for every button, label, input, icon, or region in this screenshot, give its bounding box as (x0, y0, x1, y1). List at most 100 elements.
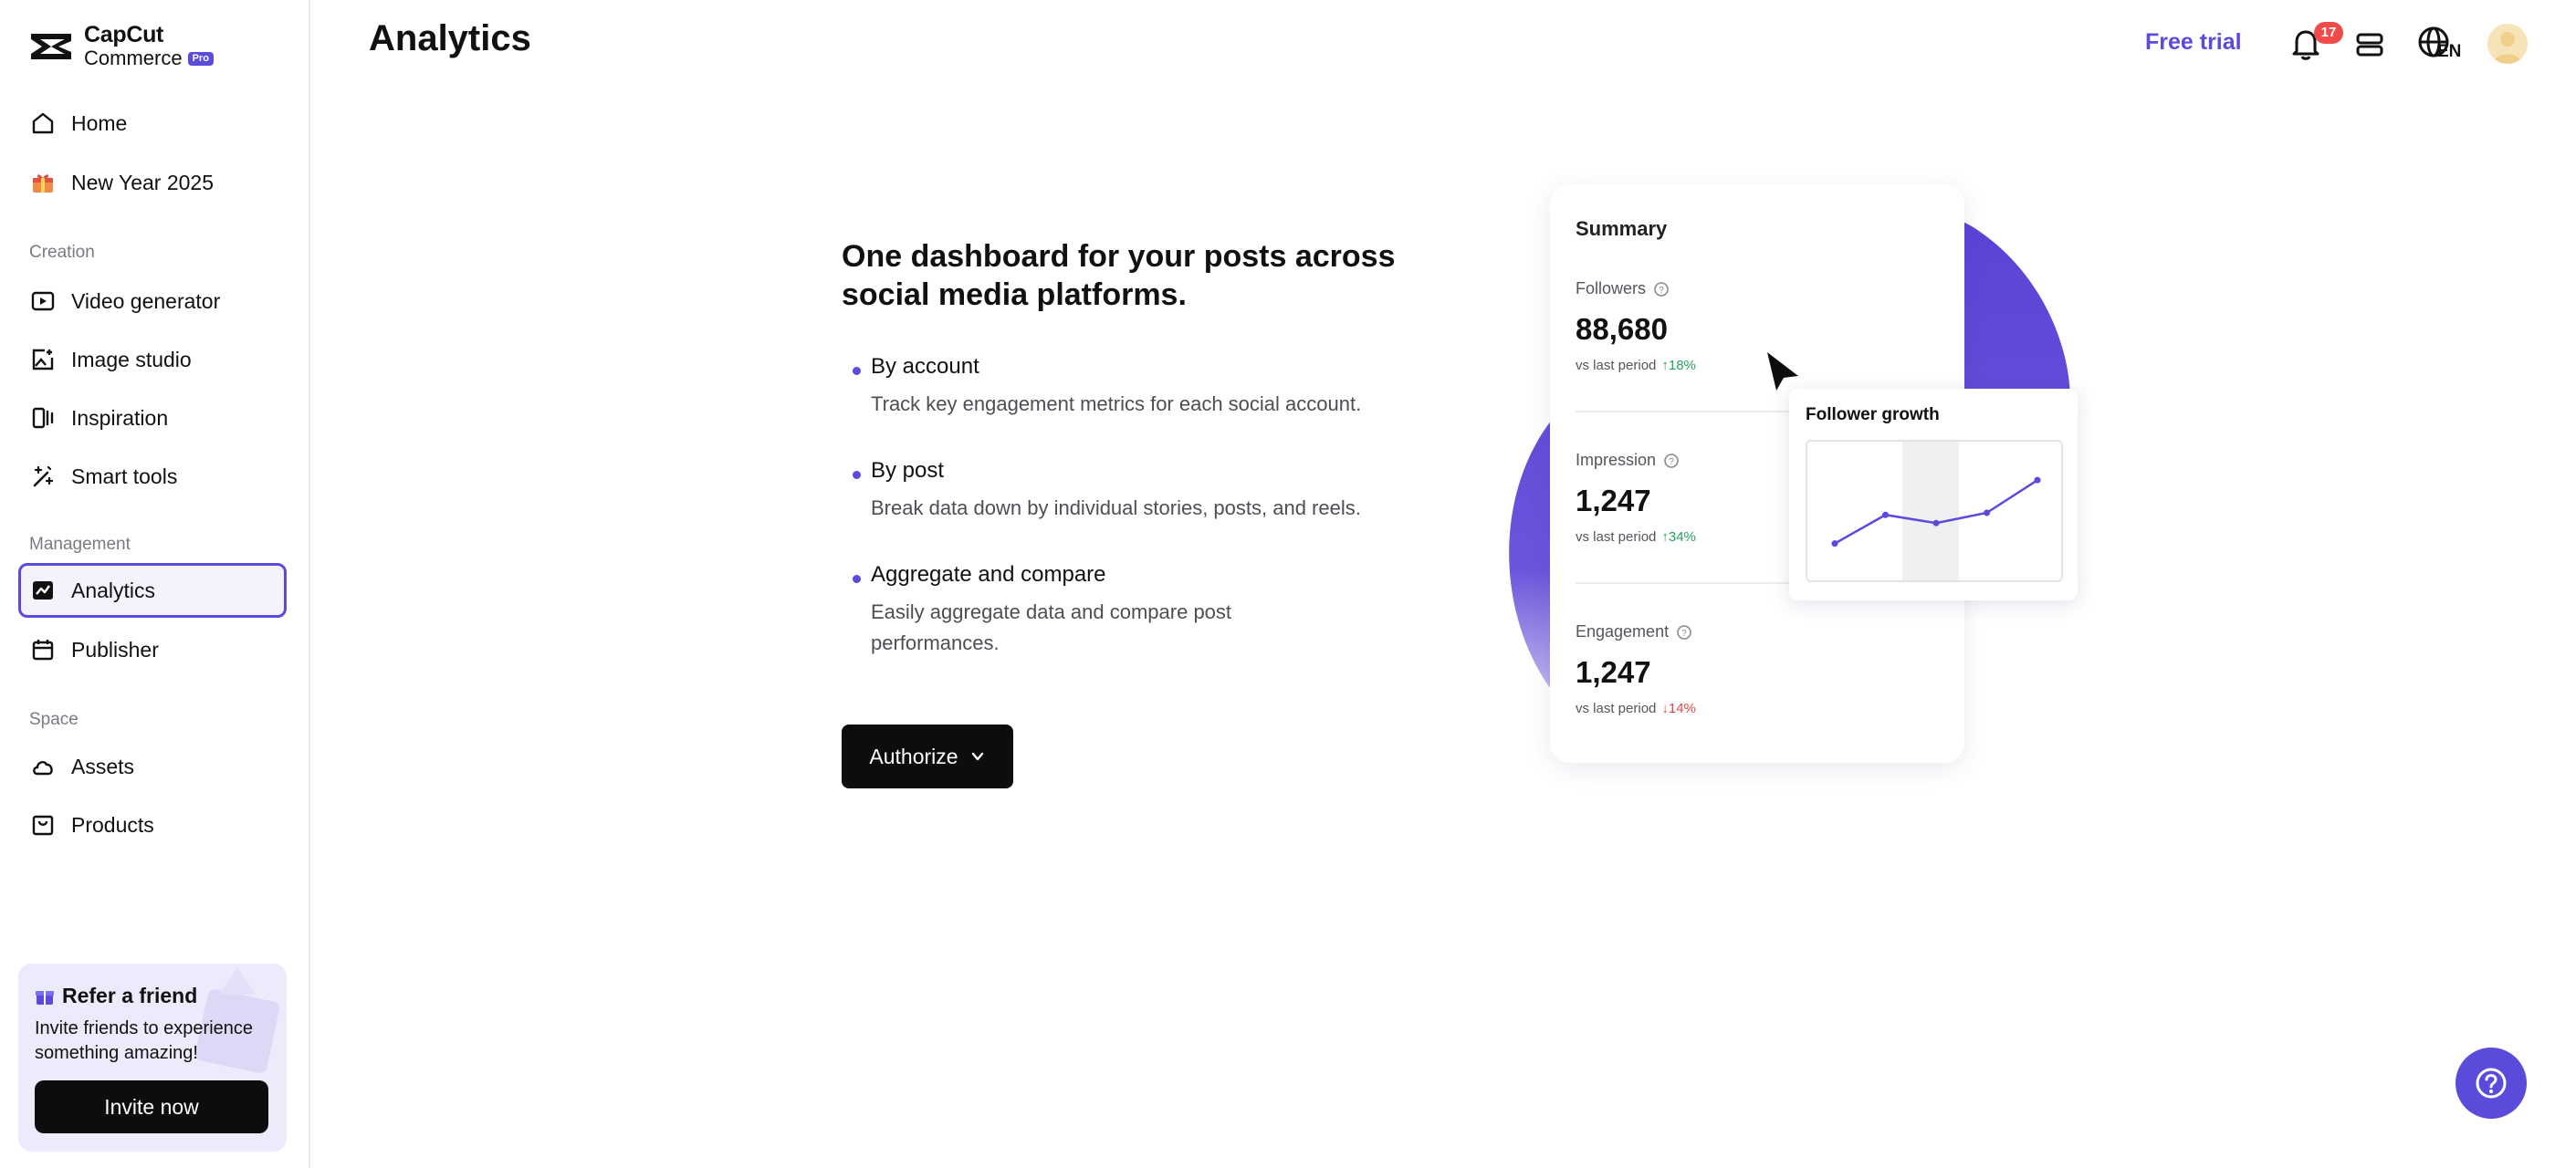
notification-count-badge: 17 (2314, 22, 2343, 44)
growth-point (1882, 511, 1889, 518)
sidebar-item-assets[interactable]: Assets (18, 739, 287, 794)
sidebar-item-home[interactable]: Home (18, 96, 287, 151)
chevron-down-icon (969, 748, 986, 765)
authorize-label: Authorize (869, 744, 958, 768)
bullet-dot (853, 367, 861, 375)
sidebar-item-label: Video generator (71, 288, 221, 313)
free-trial-link[interactable]: Free trial (2145, 29, 2242, 56)
metric-comparison-engagement: vs last period ↓14% (1576, 701, 1696, 716)
feature-description: Break data down by individual stories, p… (871, 496, 1361, 519)
home-icon (29, 110, 57, 137)
svg-text:?: ? (1669, 457, 1674, 467)
sidebar-item-label: Home (71, 110, 128, 135)
stack-layers-icon[interactable] (2353, 27, 2386, 60)
comparison-text: vs last period (1576, 529, 1657, 545)
svg-text:?: ? (1681, 629, 1687, 639)
section-label-space: Space (29, 710, 79, 729)
help-button[interactable] (2456, 1048, 2527, 1119)
sidebar-item-label: Image studio (71, 347, 192, 371)
feature-title: By post (871, 458, 945, 483)
sidebar-item-smart-tools[interactable]: Smart tools (18, 449, 287, 504)
refer-title: Refer a friend (35, 984, 197, 1008)
feature-title: Aggregate and compare (871, 562, 1106, 587)
feature-description: Track key engagement metrics for each so… (871, 392, 1362, 415)
metric-value-followers: 88,680 (1576, 312, 1668, 346)
follower-growth-chart (1806, 440, 2063, 582)
inspiration-icon (29, 404, 57, 432)
section-label-management: Management (29, 535, 131, 554)
help-circle-icon: ? (1677, 624, 1691, 640)
follower-growth-title: Follower growth (1806, 405, 1940, 424)
sidebar-item-publisher[interactable]: Publisher (18, 622, 287, 677)
metric-value-impression: 1,247 (1576, 484, 1651, 517)
sidebar-item-label: New Year 2025 (71, 170, 215, 194)
growth-point (1831, 540, 1838, 548)
gift-box-icon (29, 169, 57, 196)
page-title: Analytics (369, 18, 531, 58)
sidebar-item-label: Publisher (71, 637, 159, 662)
video-play-icon (29, 287, 57, 315)
user-avatar[interactable] (2487, 24, 2528, 64)
refer-title-text: Refer a friend (62, 984, 198, 1007)
sidebar-item-video-generator[interactable]: Video generator (18, 274, 287, 328)
logo-product: Commerce Pro (84, 48, 214, 68)
image-edit-icon (29, 346, 57, 373)
comparison-text: vs last period (1576, 358, 1657, 373)
bullet-dot (853, 471, 861, 479)
growth-point (2034, 476, 2041, 484)
feature-title: By account (871, 354, 979, 379)
follower-growth-plot (1831, 442, 2041, 580)
logo-brand: CapCut (84, 22, 164, 47)
metric-value-engagement: 1,247 (1576, 655, 1651, 689)
metric-comparison-followers: vs last period ↑18% (1576, 358, 1696, 373)
cloud-icon (29, 753, 57, 780)
highlight-band (1902, 442, 1959, 580)
logo-text: CapCut Commerce Pro (84, 24, 214, 68)
authorize-button[interactable]: Authorize (842, 725, 1013, 788)
help-circle-icon: ? (1664, 453, 1679, 468)
sidebar-item-label: Assets (71, 754, 135, 778)
headline: One dashboard for your posts across soci… (842, 239, 1396, 312)
change-up-value: ↑34% (1661, 529, 1696, 545)
analytics-icon (29, 577, 57, 604)
magic-wand-icon (29, 463, 57, 490)
sidebar-item-inspiration[interactable]: Inspiration (18, 391, 287, 445)
metric-label-engagement: Engagement ? (1576, 622, 1692, 641)
comparison-text: vs last period (1576, 701, 1657, 716)
metric-label-text: Impression (1576, 451, 1657, 469)
question-mark-icon (2476, 1068, 2507, 1099)
growth-point (1932, 519, 1940, 527)
gift-icon (35, 986, 55, 1006)
help-circle-icon: ? (1654, 281, 1669, 297)
sidebar-item-image-studio[interactable]: Image studio (18, 332, 287, 387)
language-code: EN (2437, 42, 2462, 61)
capcut-logo-icon (31, 33, 71, 59)
sidebar-item-products[interactable]: Products (18, 798, 287, 852)
follower-growth-card: Follower growth (1789, 389, 2078, 600)
change-down-value: ↓14% (1661, 701, 1696, 716)
metric-label-followers: Followers ? (1576, 279, 1670, 298)
logo-product-name: Commerce (84, 47, 183, 69)
sidebar-item-analytics[interactable]: Analytics (18, 563, 287, 618)
section-label-creation: Creation (29, 243, 95, 262)
pro-badge: Pro (187, 51, 214, 66)
sidebar-item-new-year-2025[interactable]: New Year 2025 (18, 155, 287, 210)
invite-now-button[interactable]: Invite now (35, 1080, 268, 1133)
calendar-icon (29, 636, 57, 663)
sidebar: CapCut Commerce Pro Home New Year 2025 C… (0, 0, 310, 1168)
growth-point (1984, 509, 1990, 516)
refer-a-friend-card: Refer a friend Invite friends to experie… (18, 964, 287, 1152)
sidebar-item-label: Products (71, 812, 154, 837)
sidebar-item-label: Inspiration (71, 405, 169, 430)
refer-description: Invite friends to experience something a… (35, 1018, 254, 1063)
bullet-dot (853, 575, 861, 583)
svg-text:?: ? (1659, 286, 1664, 296)
change-up-value: ↑18% (1661, 358, 1696, 373)
capcut-commerce-logo[interactable]: CapCut Commerce Pro (27, 24, 214, 68)
sidebar-item-label: Analytics (71, 578, 156, 602)
metric-label-impression: Impression ? (1576, 451, 1680, 470)
summary-title: Summary (1576, 217, 1668, 240)
metric-label-text: Engagement (1576, 622, 1670, 641)
sidebar-item-label: Smart tools (71, 464, 178, 488)
metric-comparison-impression: vs last period ↑34% (1576, 529, 1696, 545)
